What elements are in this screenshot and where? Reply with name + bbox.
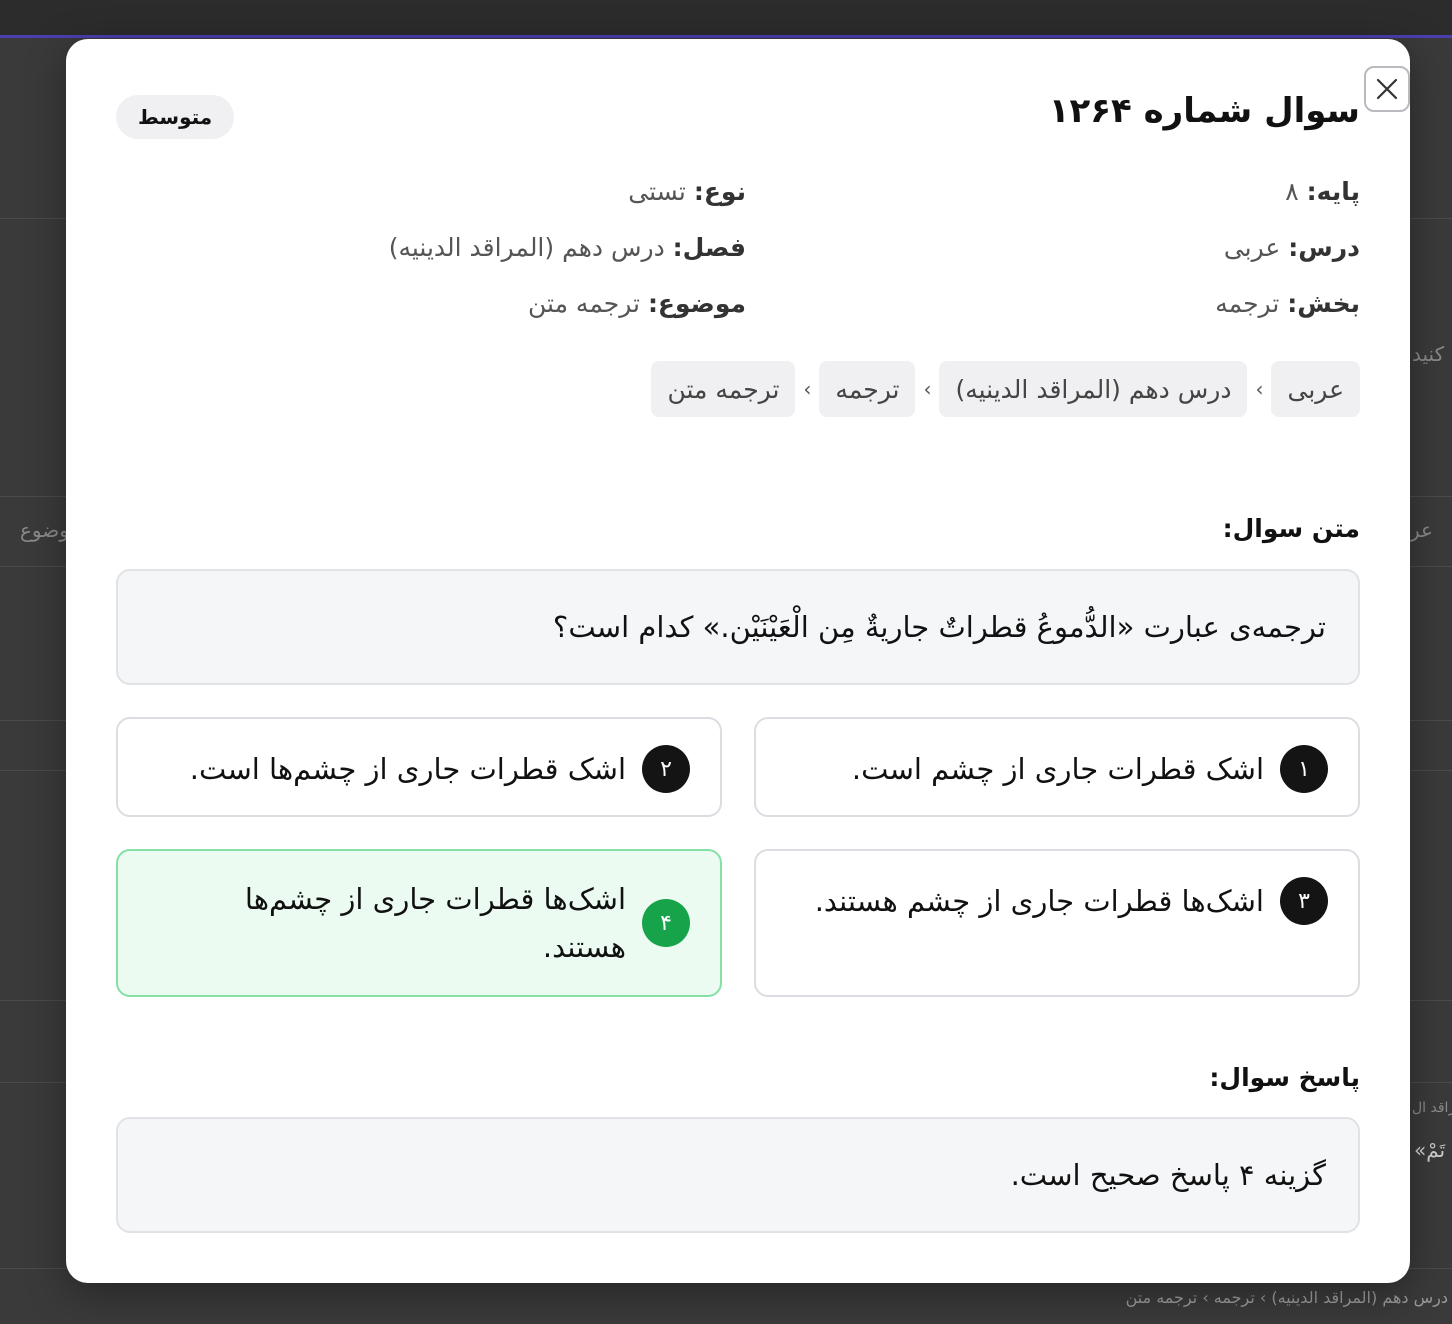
answer-text: گزینه ۴ پاسخ صحیح است. (116, 1117, 1360, 1233)
question-text: ترجمه‌ی عبارت «الدُّموعُ قطراتٌ جاريةٌ م… (116, 569, 1360, 685)
breadcrumb-item[interactable]: عربی (1271, 361, 1360, 417)
meta-label: فصل: (672, 233, 746, 262)
answer-label: پاسخ سوال: (1209, 1063, 1360, 1092)
meta-label: موضوع: (647, 289, 746, 318)
breadcrumb-item[interactable]: ترجمه (819, 361, 916, 417)
breadcrumb-item[interactable]: درس دهم (المراقد الدینیه) (939, 361, 1248, 417)
option-text: اشک قطرات جاری از چشم است. (851, 752, 1264, 786)
chevron-left-icon: › (1255, 377, 1264, 401)
meta-value: ترجمه (1215, 289, 1280, 318)
close-icon (1376, 78, 1398, 100)
background-text: عر (1410, 518, 1433, 542)
option-number-badge: ۲ (642, 745, 690, 793)
background-topbar (0, 0, 1452, 38)
meta-lesson: درس: عربی (746, 231, 1360, 264)
meta-label: نوع: (693, 177, 746, 206)
meta-value: ۸ (1285, 177, 1299, 206)
difficulty-badge: متوسط (116, 95, 235, 139)
meta-label: درس: (1288, 233, 1360, 262)
question-label: متن سوال: (1222, 514, 1360, 543)
option-number-badge: ۱ (1280, 745, 1328, 793)
meta-label: پایه: (1306, 177, 1360, 206)
meta-type: نوع: تستی (116, 175, 746, 208)
meta-topic: موضوع: ترجمه متن (116, 287, 746, 320)
option-number-badge: ۴ (642, 899, 690, 947)
question-meta: پایه: ۸ نوع: تستی درس: عربی فصل: درس دهم… (116, 175, 1360, 320)
chevron-left-icon: › (923, 377, 932, 401)
breadcrumb-item[interactable]: ترجمه متن (651, 361, 796, 417)
option-4-correct[interactable]: ۴ اشک‌ها قطرات جاری از چشم‌ها هستند. (116, 849, 722, 997)
close-button[interactable] (1364, 66, 1410, 112)
option-3[interactable]: ۳ اشک‌ها قطرات جاری از چشم هستند. (754, 849, 1360, 997)
meta-value: ترجمه متن (528, 289, 640, 318)
option-text: اشک‌ها قطرات جاری از چشم‌ها هستند. (244, 882, 626, 964)
question-modal: سوال شماره ۱۲۶۴ متوسط پایه: ۸ نوع: تستی … (66, 39, 1410, 1283)
background-text: کنید (1412, 342, 1445, 366)
meta-label: بخش: (1287, 289, 1360, 318)
option-text: اشک قطرات جاری از چشم‌ها است. (189, 752, 626, 786)
option-number-badge: ۳ (1280, 877, 1328, 925)
option-2[interactable]: ۲ اشک قطرات جاری از چشم‌ها است. (116, 717, 722, 817)
meta-section: بخش: ترجمه (746, 287, 1360, 320)
modal-title: سوال شماره ۱۲۶۴ (1048, 91, 1360, 131)
meta-grade: پایه: ۸ (746, 175, 1360, 208)
background-text: راقد ال (1412, 1100, 1452, 1116)
chevron-left-icon: › (803, 377, 812, 401)
meta-value: درس دهم (المراقد الدینیه) (388, 233, 665, 262)
background-breadcrumb: درس دهم (المراقد الدینیه) › ترجمه › ترجم… (1125, 1288, 1448, 1307)
meta-value: تستی (628, 177, 686, 206)
background-text: «تَمْ (1414, 1138, 1446, 1162)
breadcrumb: عربی › درس دهم (المراقد الدینیه) › ترجمه… (651, 361, 1360, 417)
option-1[interactable]: ۱ اشک قطرات جاری از چشم است. (754, 717, 1360, 817)
meta-chapter: فصل: درس دهم (المراقد الدینیه) (116, 231, 746, 264)
option-text: اشک‌ها قطرات جاری از چشم هستند. (814, 884, 1264, 918)
meta-value: عربی (1223, 233, 1281, 262)
